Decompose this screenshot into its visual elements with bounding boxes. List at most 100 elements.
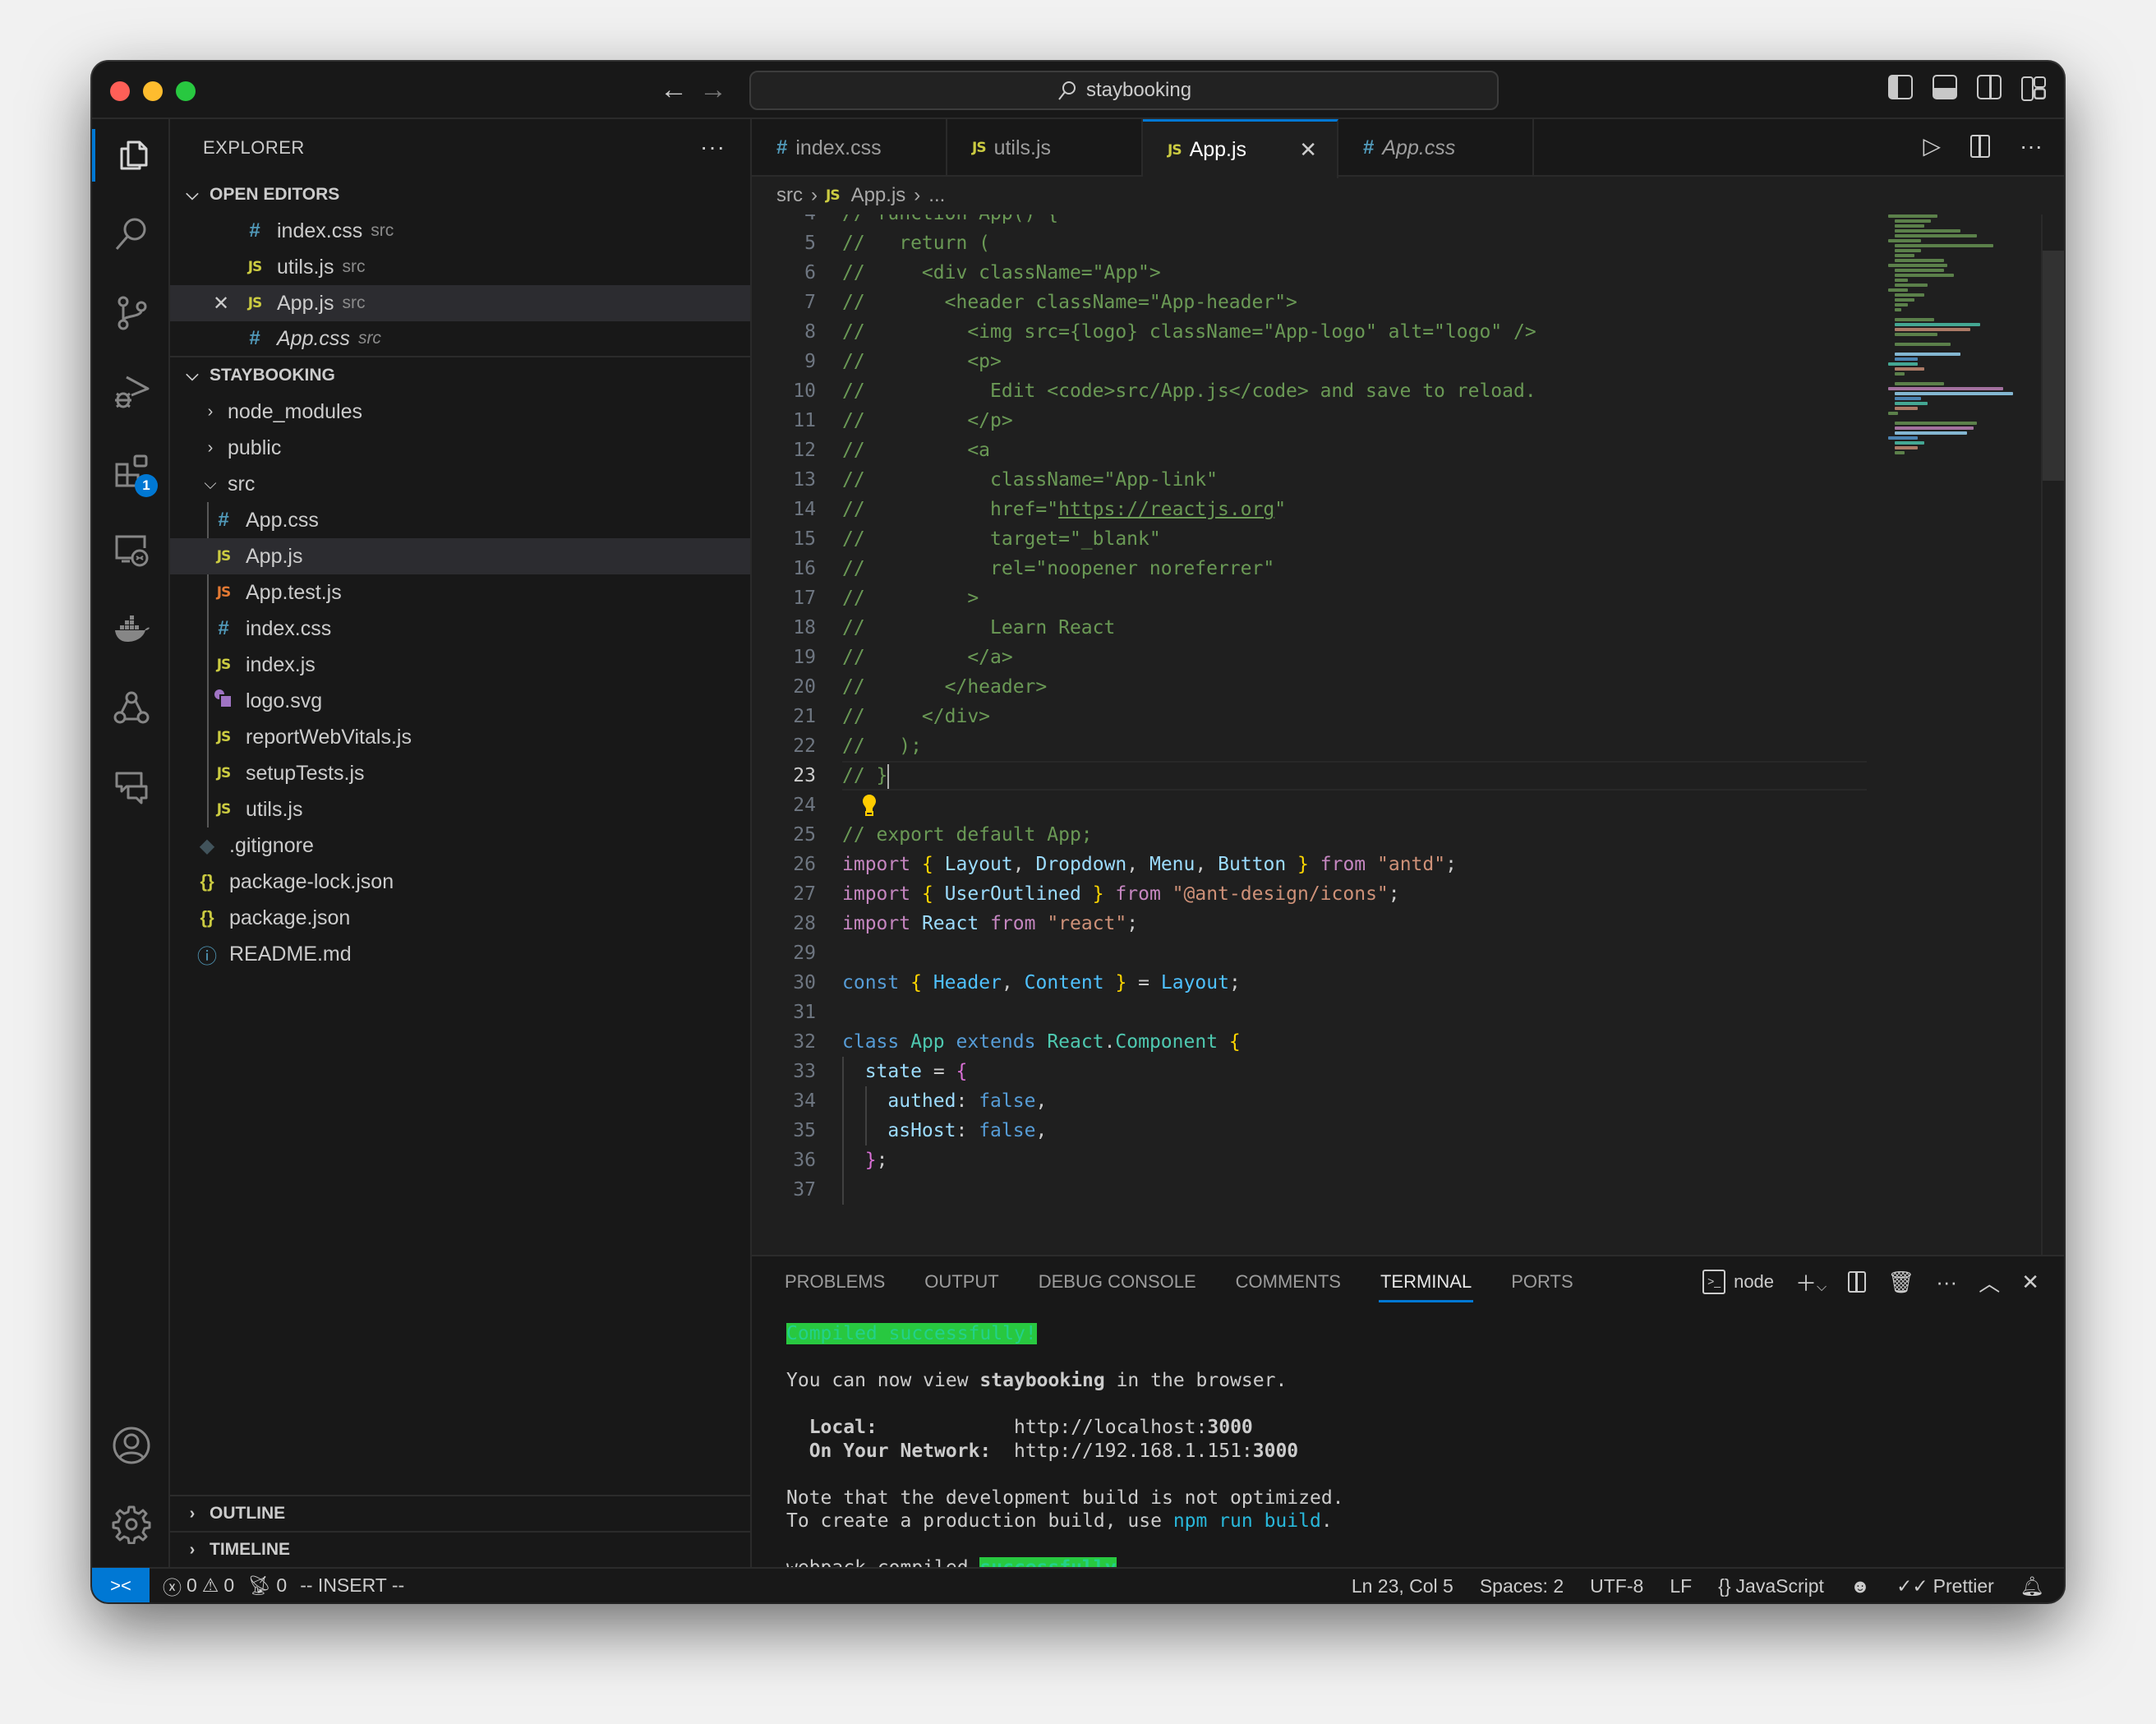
code-line[interactable]: 10 // Edit <code>src/App.js</code> and sa…: [752, 376, 2064, 406]
code-line[interactable]: 16 // rel="noopener noreferrer": [752, 554, 2064, 583]
file-item[interactable]: JS utils.js: [170, 791, 750, 827]
tab-debug-console[interactable]: DEBUG CONSOLE: [1039, 1256, 1196, 1307]
code-line[interactable]: 25 // export default App;: [752, 820, 2064, 850]
open-editor-item[interactable]: JS utils.js src: [170, 249, 750, 285]
project-section-header[interactable]: ⌵ STAYBOOKING: [170, 357, 750, 394]
code-line[interactable]: 28 import React from "react";: [752, 909, 2064, 938]
code-line[interactable]: 8 // <img src={logo} className="App-logo"…: [752, 317, 2064, 347]
code-line[interactable]: 7 // <header className="App-header">: [752, 288, 2064, 317]
code-line[interactable]: 17 // >: [752, 583, 2064, 613]
folder-item[interactable]: ⌵ src: [170, 466, 750, 502]
toggle-panel-icon[interactable]: [1933, 75, 1957, 99]
close-panel-icon[interactable]: ✕: [2021, 1270, 2039, 1295]
code-line[interactable]: 15 // target="_blank": [752, 524, 2064, 554]
maximize-window-button[interactable]: [176, 81, 196, 101]
close-window-button[interactable]: [110, 81, 130, 101]
terminal-selector[interactable]: >_ node: [1702, 1270, 1774, 1294]
run-and-debug-icon[interactable]: [92, 359, 170, 425]
vertical-scrollbar[interactable]: [2043, 251, 2064, 481]
code-line[interactable]: 30 const { Header, Content } = Layout;: [752, 968, 2064, 998]
code-line[interactable]: 31: [752, 998, 2064, 1027]
back-arrow-icon[interactable]: ←: [657, 73, 690, 106]
code-line[interactable]: 27 import { UserOutlined } from "@ant-des…: [752, 879, 2064, 909]
language-mode[interactable]: {} JavaScript: [1718, 1575, 1824, 1597]
open-editor-item-active[interactable]: ✕ JS App.js src: [170, 285, 750, 321]
split-terminal-icon[interactable]: [1848, 1271, 1867, 1293]
file-item[interactable]: JS reportWebVitals.js: [170, 719, 750, 755]
code-line[interactable]: 36 };: [752, 1145, 2064, 1175]
prettier-status[interactable]: ✓✓ Prettier: [1896, 1575, 1994, 1597]
close-tab-icon[interactable]: ✕: [1299, 137, 1317, 163]
customize-layout-icon[interactable]: [2021, 75, 2046, 101]
file-item-selected[interactable]: JS App.js: [170, 538, 750, 574]
timeline-section-header[interactable]: › TIMELINE: [170, 1531, 750, 1567]
more-actions-icon[interactable]: ···: [1936, 1270, 1957, 1295]
code-line[interactable]: 26 import { Layout, Dropdown, Menu, Butto…: [752, 850, 2064, 879]
toggle-primary-sidebar-icon[interactable]: [1888, 75, 1913, 99]
search-icon[interactable]: [92, 201, 170, 267]
code-editor[interactable]: 4 // function App() {5 // return (6 // <div…: [752, 214, 2064, 1255]
remote-indicator-icon[interactable]: ><: [92, 1568, 150, 1602]
code-line[interactable]: 9 // <p>: [752, 347, 2064, 376]
file-item[interactable]: JS App.test.js: [170, 574, 750, 611]
explorer-icon[interactable]: [92, 122, 170, 188]
problems-status[interactable]: ⓧ 0 ⚠ 0: [163, 1572, 234, 1600]
tab-comments[interactable]: COMMENTS: [1236, 1256, 1341, 1307]
docker-icon[interactable]: [92, 596, 170, 661]
command-center-search[interactable]: staybooking: [749, 71, 1499, 110]
new-terminal-icon[interactable]: ＋⌵: [1795, 1267, 1827, 1298]
gear-icon[interactable]: [92, 1491, 170, 1557]
lightbulb-icon[interactable]: [862, 794, 877, 817]
file-item[interactable]: ⓘ README.md: [170, 936, 750, 972]
code-line[interactable]: 34 authed: false,: [752, 1086, 2064, 1116]
tab-problems[interactable]: PROBLEMS: [785, 1256, 885, 1307]
terminal-output[interactable]: Compiled successfully! You can now view …: [786, 1322, 1344, 1602]
code-line[interactable]: 14 // href="https://reactjs.org": [752, 495, 2064, 524]
code-line[interactable]: 11 // </p>: [752, 406, 2064, 436]
file-item[interactable]: logo.svg: [170, 683, 750, 719]
cursor-position[interactable]: Ln 23, Col 5: [1352, 1575, 1453, 1597]
more-actions-icon[interactable]: ···: [2020, 133, 2043, 159]
code-line[interactable]: 37: [752, 1175, 2064, 1205]
tab-ports[interactable]: PORTS: [1511, 1256, 1573, 1307]
tab-output[interactable]: OUTPUT: [924, 1256, 998, 1307]
outline-section-header[interactable]: › OUTLINE: [170, 1495, 750, 1531]
file-item[interactable]: JS index.js: [170, 647, 750, 683]
code-line[interactable]: 29: [752, 938, 2064, 968]
accounts-icon[interactable]: [92, 1413, 170, 1478]
tab-index-css[interactable]: # index.css: [752, 119, 947, 177]
open-editor-item[interactable]: # App.css src: [170, 321, 750, 357]
file-item[interactable]: {} package-lock.json: [170, 864, 750, 900]
ports-status[interactable]: 📡︎ 0: [247, 1574, 287, 1597]
code-line[interactable]: 24: [752, 791, 2064, 820]
folder-item[interactable]: › node_modules: [170, 394, 750, 430]
code-line[interactable]: 18 // Learn React: [752, 613, 2064, 643]
source-control-icon[interactable]: [92, 280, 170, 346]
tab-app-js[interactable]: JS App.js ✕: [1143, 119, 1338, 178]
file-item[interactable]: # App.css: [170, 502, 750, 538]
minimize-window-button[interactable]: [143, 81, 163, 101]
minimap[interactable]: [1885, 214, 2025, 584]
split-editor-icon[interactable]: [1970, 134, 1991, 158]
trash-icon[interactable]: 🗑: [1887, 1270, 1914, 1295]
code-line[interactable]: 12 // <a: [752, 436, 2064, 465]
code-line[interactable]: 13 // className="App-link": [752, 465, 2064, 495]
file-item[interactable]: ◆ .gitignore: [170, 827, 750, 864]
copilot-icon[interactable]: ☻: [1850, 1575, 1870, 1597]
breadcrumb-file[interactable]: App.js: [851, 184, 906, 207]
forward-arrow-icon[interactable]: →: [697, 73, 730, 106]
remote-explorer-icon[interactable]: [92, 517, 170, 583]
breadcrumb-symbol[interactable]: ...: [928, 184, 945, 207]
github-actions-icon[interactable]: [92, 675, 170, 740]
maximize-panel-icon[interactable]: ︿: [1979, 1267, 2000, 1298]
extensions-icon[interactable]: 1: [92, 438, 170, 504]
file-item[interactable]: # index.css: [170, 611, 750, 647]
indentation[interactable]: Spaces: 2: [1480, 1575, 1564, 1597]
code-line[interactable]: 21 // </div>: [752, 702, 2064, 731]
toggle-secondary-sidebar-icon[interactable]: [1977, 75, 2002, 99]
code-line[interactable]: 32 class App extends React.Component {: [752, 1027, 2064, 1057]
close-icon[interactable]: ✕: [213, 292, 229, 316]
tab-app-css[interactable]: # App.css: [1338, 119, 1534, 177]
code-line[interactable]: 35 asHost: false,: [752, 1116, 2064, 1145]
breadcrumb-folder[interactable]: src: [776, 184, 803, 207]
